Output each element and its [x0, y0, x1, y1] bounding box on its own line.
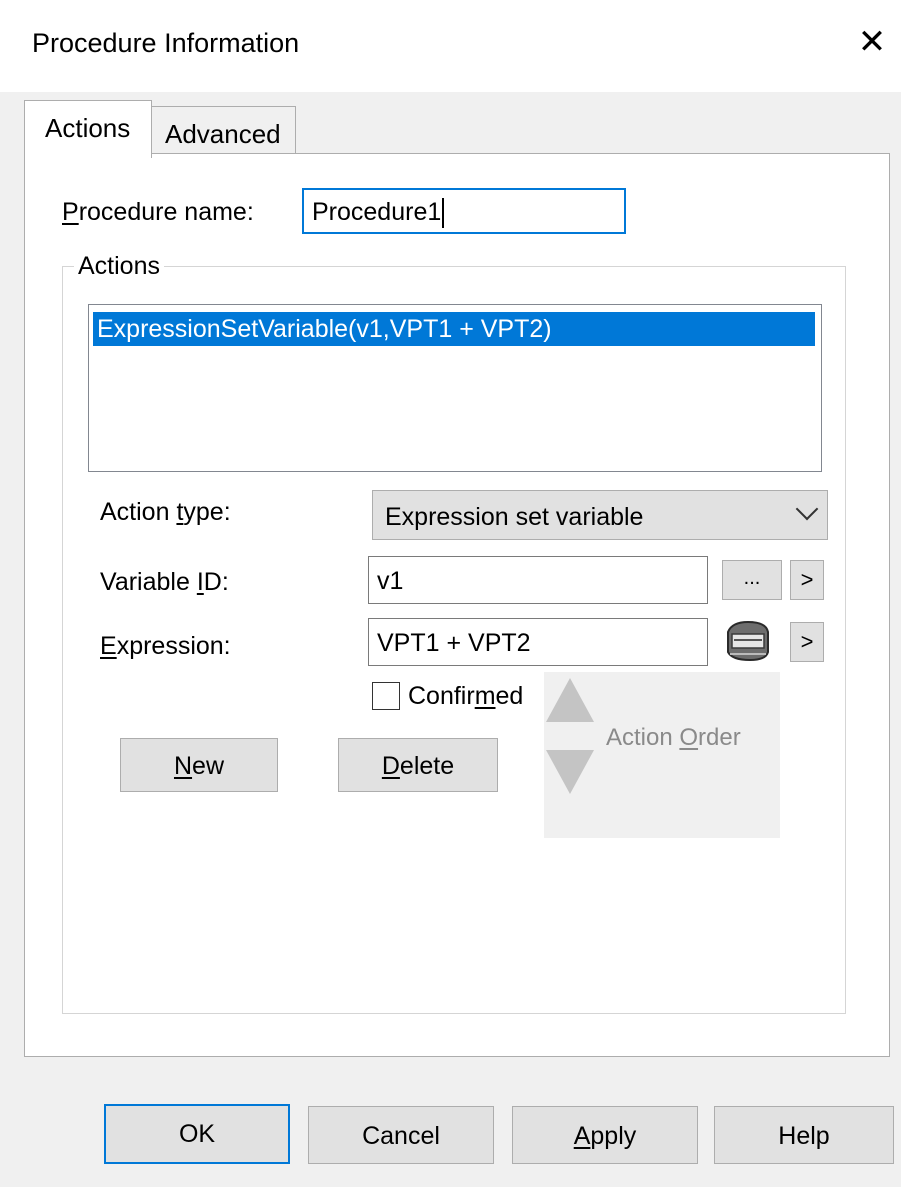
- mnemonic-m: m: [474, 682, 496, 710]
- dialog-window: Procedure Information ✕ Actions Advanced…: [0, 0, 901, 1187]
- variable-id-label-a: Variable: [100, 568, 197, 596]
- expression-menu-arrow-button[interactable]: >: [790, 622, 824, 662]
- close-icon[interactable]: ✕: [852, 22, 892, 62]
- variable-id-label: Variable ID:: [100, 568, 229, 597]
- action-order-label-a: Action: [606, 724, 680, 751]
- actions-listbox[interactable]: ExpressionSetVariable(v1,VPT1 + VPT2): [88, 304, 822, 472]
- tab-advanced[interactable]: Advanced: [150, 106, 296, 154]
- move-up-icon[interactable]: [546, 678, 594, 722]
- action-type-label-a: Action: [100, 498, 177, 526]
- action-type-selected: Expression set variable: [385, 503, 644, 531]
- confirmed-label-a: Confir: [408, 682, 475, 710]
- actions-group-legend: Actions: [74, 252, 164, 281]
- expression-label-text: xpression:: [116, 632, 231, 660]
- new-button[interactable]: New: [120, 738, 278, 792]
- action-type-dropdown[interactable]: Expression set variable: [372, 490, 828, 540]
- tab-actions-label: Actions: [45, 113, 131, 143]
- delete-button-label: elete: [399, 752, 455, 780]
- action-order-label: Action Order: [606, 724, 741, 752]
- mnemonic-i: I: [196, 568, 204, 596]
- action-order-label-b: rder: [698, 724, 741, 751]
- mnemonic-d: D: [381, 752, 400, 780]
- confirmed-checkbox[interactable]: [372, 682, 400, 710]
- ok-button[interactable]: OK: [104, 1104, 290, 1164]
- expression-value: VPT1 + VPT2: [377, 629, 531, 657]
- action-order-control[interactable]: Action Order: [544, 672, 780, 838]
- expression-builder-icon[interactable]: [722, 618, 776, 664]
- new-button-label: ew: [192, 752, 225, 780]
- procedure-name-label: Procedure name:: [62, 198, 254, 227]
- list-item[interactable]: ExpressionSetVariable(v1,VPT1 + VPT2): [93, 312, 815, 346]
- variable-id-label-b: D:: [203, 568, 229, 596]
- chevron-down-icon: [795, 497, 819, 521]
- action-type-label: Action type:: [100, 498, 231, 527]
- confirmed-label[interactable]: Confirmed: [408, 682, 523, 711]
- procedure-name-value: Procedure1: [312, 198, 442, 226]
- window-title: Procedure Information: [32, 28, 300, 58]
- tab-advanced-label: Advanced: [165, 119, 281, 149]
- variable-browse-button[interactable]: ...: [722, 560, 782, 600]
- variable-id-input[interactable]: v1: [368, 556, 708, 604]
- confirmed-label-b: ed: [495, 682, 524, 710]
- expression-input[interactable]: VPT1 + VPT2: [368, 618, 708, 666]
- help-button[interactable]: Help: [714, 1106, 894, 1164]
- mnemonic-n: N: [173, 752, 193, 780]
- apply-button[interactable]: Apply: [512, 1106, 698, 1164]
- variable-id-value: v1: [377, 567, 404, 595]
- mnemonic-p: P: [62, 198, 79, 226]
- procedure-name-input[interactable]: Procedure1: [302, 188, 626, 234]
- variable-menu-arrow-button[interactable]: >: [790, 560, 824, 600]
- expression-builder-glyph: [727, 620, 769, 662]
- mnemonic-a: A: [573, 1122, 591, 1150]
- move-down-icon[interactable]: [546, 750, 594, 794]
- text-caret: [442, 198, 445, 229]
- procedure-name-label-text: rocedure name:: [78, 198, 254, 226]
- apply-button-label: pply: [590, 1122, 637, 1150]
- cancel-button[interactable]: Cancel: [308, 1106, 494, 1164]
- mnemonic-o: O: [679, 724, 699, 751]
- action-type-label-b: ype:: [183, 498, 231, 526]
- mnemonic-e: E: [100, 632, 117, 660]
- expression-label: Expression:: [100, 632, 231, 661]
- title-bar[interactable]: Procedure Information ✕: [0, 0, 901, 92]
- delete-button[interactable]: Delete: [338, 738, 498, 792]
- tab-actions[interactable]: Actions: [24, 100, 152, 158]
